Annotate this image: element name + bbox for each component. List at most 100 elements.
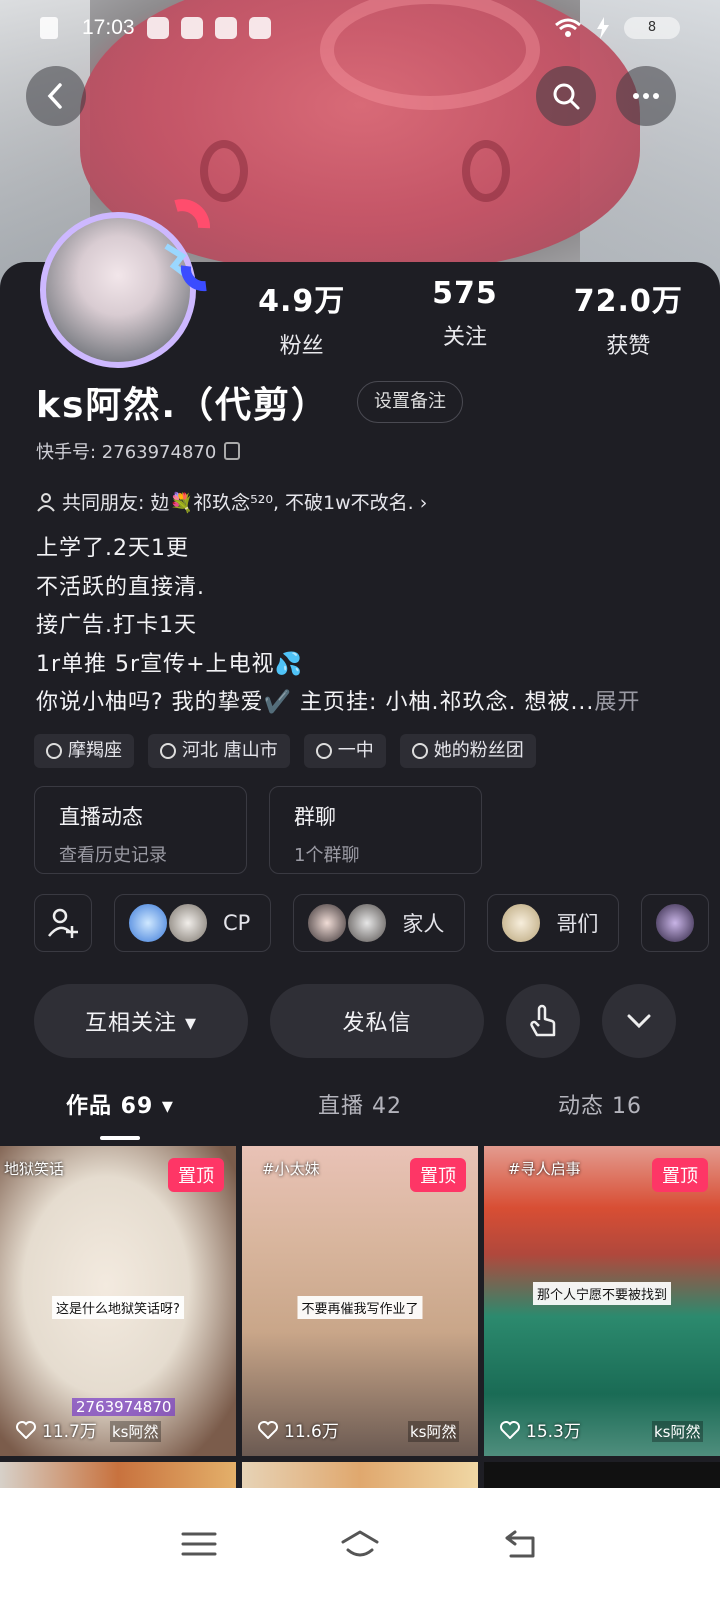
tag-fan-group[interactable]: 她的粉丝团 (399, 734, 536, 768)
stat-following[interactable]: 575 关注 (383, 276, 546, 360)
add-person-icon (48, 908, 78, 938)
video-tag: 地狱笑话 (4, 1160, 65, 1178)
group-cp[interactable]: CP (114, 894, 272, 952)
video-likes: 15.3万 (500, 1417, 581, 1442)
video-author: ks阿然 (110, 1421, 161, 1442)
more-button[interactable] (616, 66, 676, 126)
heart-icon (411, 743, 428, 759)
send-message-button[interactable]: 发私信 (270, 984, 484, 1058)
pinned-badge: 置顶 (652, 1158, 708, 1192)
group-label: CP (223, 911, 251, 935)
group-buddies[interactable]: 哥们 (487, 894, 620, 952)
battery-indicator: 8 (624, 17, 680, 39)
video-id-watermark: 2763974870 (72, 1398, 176, 1416)
tab-works[interactable]: 作品 69 ▾ (0, 1088, 240, 1120)
app2-icon (248, 17, 271, 39)
stat-label: 关注 (442, 325, 487, 350)
poke-button[interactable] (506, 984, 580, 1058)
system-nav-bar (0, 1488, 720, 1600)
search-button[interactable] (536, 66, 596, 126)
more-dots-icon (633, 93, 659, 99)
chevron-down-icon (627, 1014, 651, 1029)
mutual-follow-button[interactable]: 互相关注 ▾ (34, 984, 248, 1058)
stat-followers[interactable]: 4.9万 粉丝 (220, 276, 383, 360)
fan-icon (146, 17, 169, 39)
back-button[interactable] (26, 66, 86, 126)
banner-eye-right (462, 140, 510, 202)
video-caption: 那个人宁愿不要被找到 (532, 1282, 672, 1305)
profile-page: { "status_bar": { "time": "17:03", "batt… (0, 0, 720, 1600)
home-icon[interactable] (336, 1526, 384, 1562)
tag-label: 摩羯座 (68, 740, 122, 761)
video-thumbnail[interactable] (242, 1462, 478, 1488)
heart-icon (500, 1420, 520, 1439)
video-author: ks阿然 (408, 1421, 459, 1442)
live-history-box[interactable]: 直播动态 查看历史记录 (34, 786, 247, 874)
bio-line: 你说小柚吗? 我的挚爱✔️ 主页挂: 小柚.祁玖念. 想被... (36, 690, 595, 715)
chevron-left-icon (47, 83, 62, 109)
next-row-thumbnails (0, 1462, 720, 1488)
stat-likes[interactable]: 72.0万 获赞 (547, 276, 710, 360)
menu-icon[interactable] (179, 1526, 219, 1562)
tag-school[interactable]: 一中 (303, 734, 386, 768)
feature-boxes: 直播动态 查看历史记录 群聊 1个群聊 (34, 786, 482, 874)
tab-live[interactable]: 直播 42 (240, 1088, 480, 1120)
stat-value: 72.0万 (573, 284, 683, 319)
back-nav-icon[interactable] (501, 1526, 541, 1562)
search-icon (553, 83, 580, 110)
stat-label: 获赞 (606, 334, 651, 359)
video-thumbnail[interactable] (0, 1462, 236, 1488)
profile-name: ks阿然.（代剪） (36, 385, 330, 426)
avatar (346, 902, 389, 944)
name-row: ks阿然.（代剪） 设置备注 (36, 376, 464, 428)
group-chat-box[interactable]: 群聊 1个群聊 (269, 786, 482, 874)
video-author: ks阿然 (652, 1421, 703, 1442)
group-label: 家人 (402, 912, 445, 936)
video-likes: 11.7万 (16, 1417, 97, 1442)
box-title: 直播动态 (59, 805, 143, 829)
tab-moments[interactable]: 动态 16 (480, 1088, 720, 1120)
sim-icon (40, 17, 58, 39)
group-family[interactable]: 家人 (293, 894, 466, 952)
video-thumbnail[interactable]: 地狱笑话 置顶 这是什么地狱笑话呀? 2763974870 11.7万 ks阿然 (0, 1146, 236, 1456)
stat-value: 575 (432, 276, 498, 311)
video-likes: 11.6万 (258, 1417, 339, 1442)
location-icon (160, 743, 176, 759)
app-icon (180, 17, 203, 39)
profile-stats: 4.9万 粉丝 575 关注 72.0万 获赞 (220, 276, 710, 360)
add-friend-button[interactable] (34, 894, 92, 952)
box-title: 群聊 (294, 805, 336, 829)
video-thumbnail[interactable]: #小太妹 置顶 不要再催我写作业了 11.6万 ks阿然 (242, 1146, 478, 1456)
set-remark-button[interactable]: 设置备注 (357, 381, 464, 423)
wifi-icon (555, 18, 581, 37)
like-count: 15.3万 (526, 1422, 581, 1442)
kuaishou-id-row: 快手号: 2763974870 (36, 438, 241, 464)
charging-icon (597, 17, 609, 39)
stat-label: 粉丝 (279, 334, 324, 359)
profile-tags: 摩羯座 河北 唐山市 一中 她的粉丝团 (34, 734, 536, 768)
kuaishou-id: 快手号: 2763974870 (36, 442, 217, 463)
bio-line: 1r单推 5r宣传+上电视💦 (36, 651, 303, 677)
mutual-friends-text: 共同朋友: 攰💐祁玖念⁵²⁰, 不破1w不改名. › (62, 492, 428, 514)
video-thumbnail[interactable]: #寻人启事 置顶 那个人宁愿不要被找到 15.3万 ks阿然 (484, 1146, 720, 1456)
group-more[interactable] (641, 894, 710, 952)
stat-value: 4.9万 (258, 284, 346, 319)
school-icon (315, 743, 332, 759)
avatar-container[interactable] (32, 186, 212, 368)
expand-bio-link[interactable]: 展开 (594, 690, 640, 715)
tag-label: 她的粉丝团 (433, 740, 524, 761)
tag-location[interactable]: 河北 唐山市 (148, 734, 290, 768)
tag-zodiac[interactable]: 摩羯座 (34, 734, 134, 768)
avatar (500, 902, 543, 944)
bio: 上学了.2天1更 不活跃的直接清. 接广告.打卡1天 1r单推 5r宣传+上电视… (36, 530, 686, 723)
expand-recommend-button[interactable] (602, 984, 676, 1058)
copy-icon[interactable] (224, 442, 241, 460)
box-subtitle: 1个群聊 (294, 845, 360, 866)
video-caption: 不要再催我写作业了 (297, 1296, 423, 1319)
heart-icon (258, 1420, 278, 1439)
group-label: 哥们 (556, 912, 599, 936)
video-thumbnail[interactable] (484, 1462, 720, 1488)
mutual-friends[interactable]: 共同朋友: 攰💐祁玖念⁵²⁰, 不破1w不改名. › (36, 488, 427, 515)
status-time: 17:03 (82, 16, 135, 39)
tap-hand-icon (530, 1004, 556, 1037)
